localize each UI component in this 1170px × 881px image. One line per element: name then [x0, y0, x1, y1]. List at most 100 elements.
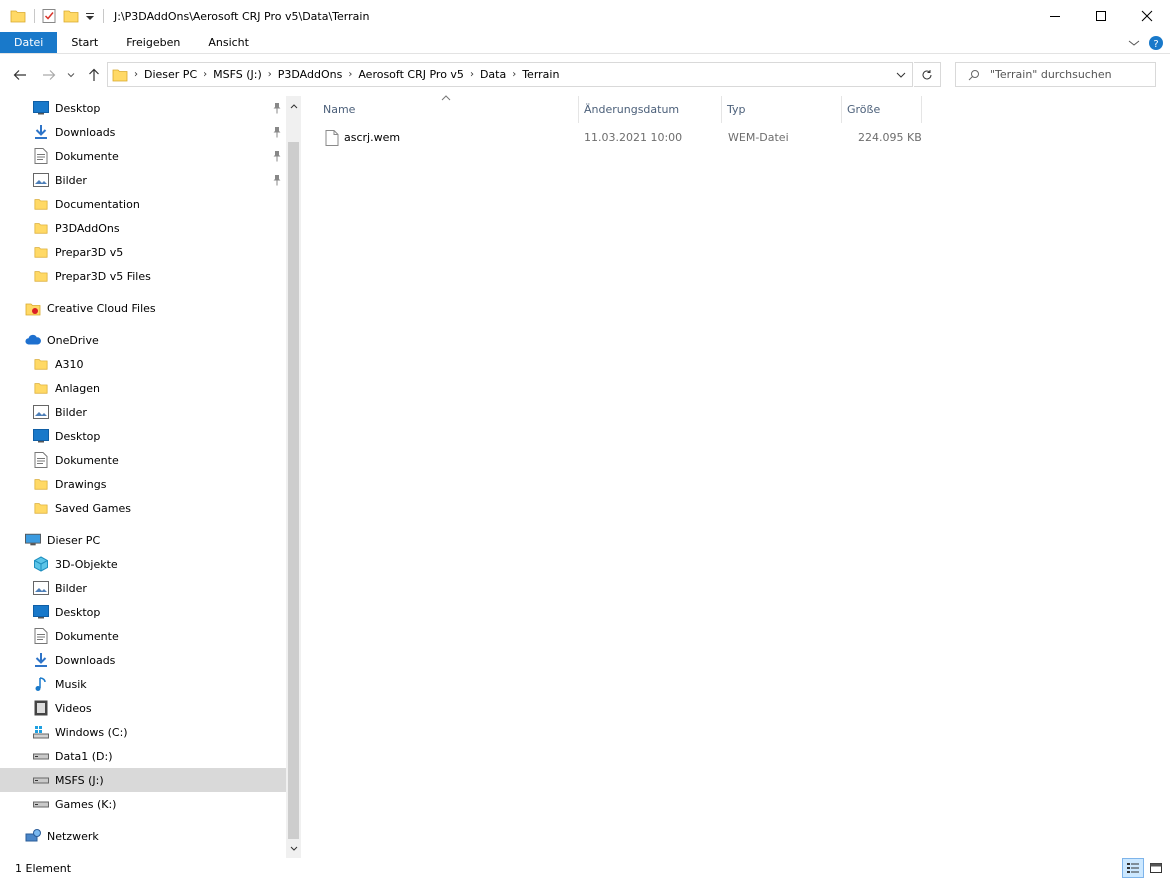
sidebar-item[interactable]: Downloads — [0, 120, 286, 144]
sidebar-item[interactable]: Bilder — [0, 400, 286, 424]
expand-ribbon-icon[interactable] — [1128, 38, 1140, 48]
sidebar-item-label: Anlagen — [55, 381, 101, 395]
document-icon — [33, 628, 49, 644]
sidebar-scrollbar[interactable] — [286, 96, 301, 858]
pictures-icon — [33, 404, 49, 420]
music-icon — [33, 676, 49, 692]
desktop-icon — [33, 100, 49, 116]
column-header-name[interactable]: Name — [317, 96, 578, 123]
desktop-icon — [33, 428, 49, 444]
tab-start[interactable]: Start — [57, 32, 112, 53]
sidebar-item[interactable]: Dokumente — [0, 144, 286, 168]
sidebar-item[interactable]: Musik — [0, 672, 286, 696]
folder-icon — [33, 220, 49, 236]
search-box[interactable] — [955, 62, 1156, 87]
pin-icon — [272, 174, 282, 186]
sidebar-item[interactable]: OneDrive — [0, 328, 286, 352]
details-view-button[interactable] — [1122, 858, 1144, 878]
chevron-right-icon[interactable]: › — [468, 69, 476, 80]
search-input[interactable] — [990, 68, 1150, 81]
window-title: J:\P3DAddOns\Aerosoft CRJ Pro v5\Data\Te… — [114, 9, 370, 23]
sidebar-item[interactable]: Netzwerk — [0, 824, 286, 848]
sidebar-item[interactable]: Creative Cloud Files — [0, 296, 286, 320]
sidebar-item[interactable]: Documentation — [0, 192, 286, 216]
sidebar-item[interactable]: Bilder — [0, 168, 286, 192]
column-header-size[interactable]: Größe — [841, 96, 921, 123]
creative-cloud-icon — [25, 300, 41, 316]
sidebar-item-label: Dokumente — [55, 629, 119, 643]
maximize-button[interactable] — [1078, 0, 1124, 32]
chevron-right-icon[interactable]: › — [346, 69, 354, 80]
chevron-right-icon[interactable]: › — [510, 69, 518, 80]
scrollbar-thumb[interactable] — [288, 142, 299, 839]
sidebar-item[interactable]: Prepar3D v5 Files — [0, 264, 286, 288]
tab-view[interactable]: Ansicht — [194, 32, 263, 53]
column-header-date[interactable]: Änderungsdatum — [578, 96, 721, 123]
sidebar-item[interactable]: Dieser PC — [0, 528, 286, 552]
sidebar-item[interactable]: Drawings — [0, 472, 286, 496]
sidebar-item[interactable]: Desktop — [0, 96, 286, 120]
customize-dropdown-icon[interactable] — [85, 8, 95, 24]
address-bar[interactable]: › Dieser PC › MSFS (J:) › P3DAddOns › Ae… — [107, 62, 913, 87]
column-divider[interactable] — [921, 96, 922, 123]
file-row[interactable]: ascrj.wem 11.03.2021 10:00 WEM-Datei 224… — [321, 126, 922, 150]
sidebar-item-label: Bilder — [55, 581, 87, 595]
scroll-up-button[interactable] — [286, 98, 301, 113]
quick-access-toolbar: J:\P3DAddOns\Aerosoft CRJ Pro v5\Data\Te… — [0, 0, 369, 32]
close-button[interactable] — [1124, 0, 1170, 32]
sidebar-item[interactable]: Desktop — [0, 600, 286, 624]
breadcrumb-item[interactable]: Aerosoft CRJ Pro v5 — [354, 68, 468, 81]
minimize-button[interactable] — [1032, 0, 1078, 32]
download-icon — [33, 652, 49, 668]
chevron-up-icon — [290, 103, 297, 108]
sidebar-item-label: Musik — [55, 677, 87, 691]
sidebar-item[interactable]: 3D-Objekte — [0, 552, 286, 576]
sidebar-item[interactable]: Dokumente — [0, 624, 286, 648]
folder-icon — [33, 196, 49, 212]
sidebar-item-label: Downloads — [55, 125, 116, 139]
refresh-button[interactable] — [914, 62, 941, 87]
sidebar-item[interactable]: Saved Games — [0, 496, 286, 520]
search-icon — [968, 69, 979, 80]
breadcrumb-item[interactable]: Data — [476, 68, 510, 81]
sidebar-item[interactable]: Prepar3D v5 — [0, 240, 286, 264]
tab-share[interactable]: Freigeben — [112, 32, 194, 53]
back-button[interactable] — [11, 67, 29, 83]
recent-locations-button[interactable] — [64, 67, 78, 83]
sidebar-item[interactable]: Desktop — [0, 424, 286, 448]
sidebar-item-label: P3DAddOns — [55, 221, 120, 235]
sidebar-item[interactable]: Windows (C:) — [0, 720, 286, 744]
breadcrumb-item[interactable]: Dieser PC — [140, 68, 201, 81]
breadcrumb-item[interactable]: P3DAddOns — [274, 68, 347, 81]
properties-icon[interactable] — [41, 8, 57, 24]
large-icons-view-button[interactable] — [1145, 858, 1167, 878]
folder-icon — [10, 10, 26, 23]
sidebar-item[interactable]: Downloads — [0, 648, 286, 672]
sidebar-item[interactable]: Bilder — [0, 576, 286, 600]
new-folder-icon[interactable] — [63, 8, 79, 24]
sidebar-item[interactable]: MSFS (J:) — [0, 768, 286, 792]
chevron-right-icon[interactable]: › — [266, 69, 274, 80]
column-header-type[interactable]: Typ — [721, 96, 841, 123]
forward-button[interactable] — [40, 67, 58, 83]
breadcrumb-item[interactable]: Terrain — [518, 68, 563, 81]
sidebar-item[interactable]: A310 — [0, 352, 286, 376]
navigation-tree: Desktop Downloads Dokumente Bilder Documenta… — [0, 96, 286, 858]
sidebar-item-label: Drawings — [55, 477, 107, 491]
tab-file[interactable]: Datei — [0, 32, 58, 53]
up-button[interactable] — [85, 67, 103, 83]
chevron-right-icon[interactable]: › — [132, 69, 140, 80]
help-icon[interactable]: ? — [1148, 35, 1164, 51]
sidebar-item[interactable]: Games (K:) — [0, 792, 286, 816]
address-dropdown-button[interactable] — [890, 63, 912, 86]
maximize-icon — [1096, 11, 1106, 21]
scroll-down-button[interactable] — [286, 841, 301, 856]
sidebar-item[interactable]: Dokumente — [0, 448, 286, 472]
sidebar-item[interactable]: Data1 (D:) — [0, 744, 286, 768]
breadcrumb-item[interactable]: MSFS (J:) — [209, 68, 266, 81]
sidebar-item[interactable]: Videos — [0, 696, 286, 720]
sidebar-item-label: Dieser PC — [47, 533, 101, 547]
chevron-right-icon[interactable]: › — [201, 69, 209, 80]
sidebar-item[interactable]: Anlagen — [0, 376, 286, 400]
sidebar-item[interactable]: P3DAddOns — [0, 216, 286, 240]
